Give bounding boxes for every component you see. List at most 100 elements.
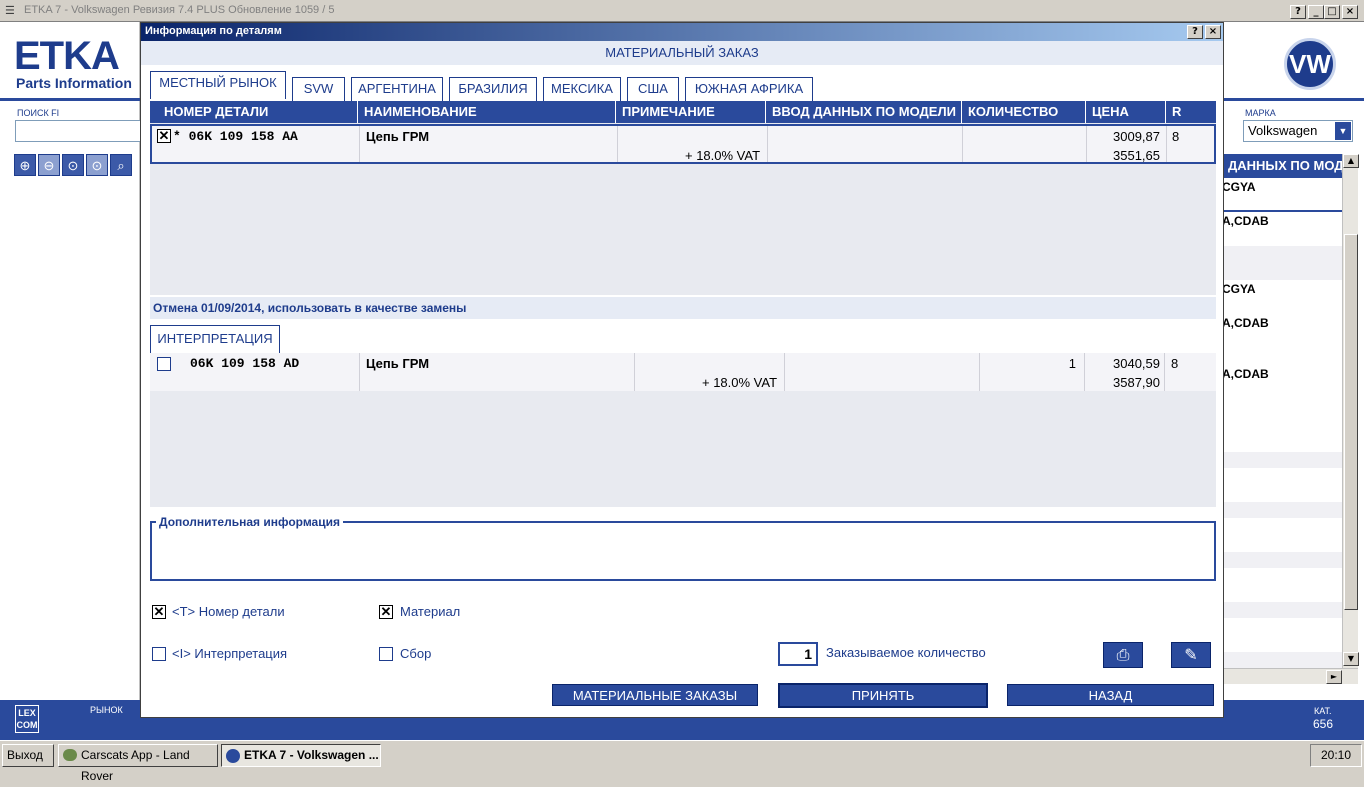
dialog-titlebar: Информация по деталям	[141, 23, 1223, 41]
part-number: 06K 109 158 AD	[190, 356, 300, 371]
column-header-model-data[interactable]: ВВОД ДАННЫХ ПО МОДЕЛИ	[766, 101, 962, 123]
back-button[interactable]: НАЗАД	[1007, 684, 1214, 706]
material-orders-button[interactable]: МАТЕРИАЛЬНЫЕ ЗАКАЗЫ	[552, 684, 758, 706]
part-number-checkbox[interactable]: ✕	[152, 605, 166, 619]
part-price-vat: 3587,90	[1113, 375, 1160, 390]
dialog-title: Информация по деталям	[145, 25, 282, 37]
maximize-button[interactable]: □	[1324, 5, 1340, 19]
tab-interpretation[interactable]: ИНТЕРПРЕТАЦИЯ	[150, 325, 280, 353]
col-divider	[359, 353, 360, 391]
column-header-name[interactable]: НАИМЕНОВАНИЕ	[358, 101, 616, 123]
dialog-subtitle: МАТЕРИАЛЬНЫЙ ЗАКАЗ	[141, 41, 1223, 65]
right-scrollbar[interactable]: ▲ ▼	[1342, 154, 1359, 668]
column-header-price[interactable]: ЦЕНА	[1086, 101, 1166, 123]
catalog-label: КАТ.	[1314, 706, 1332, 716]
tab-mexico[interactable]: МЕКСИКА	[543, 77, 621, 101]
zoom-fit-icon[interactable]: ⊙	[62, 154, 84, 176]
column-header-quantity[interactable]: КОЛИЧЕСТВО	[962, 101, 1086, 123]
assembly-checkbox[interactable]	[379, 647, 393, 661]
header-divider	[0, 98, 140, 101]
interpretation-option-label[interactable]: <I> Интерпретация	[172, 646, 287, 661]
zoom-out-icon[interactable]: ⊖	[38, 154, 60, 176]
taskbar-item-label: ETKA 7 - Volkswagen ...	[244, 748, 379, 762]
scroll-thumb[interactable]	[1344, 234, 1358, 610]
assembly-option-label[interactable]: Сбор	[400, 646, 431, 661]
print-icon[interactable]: ⎙	[1103, 642, 1143, 668]
part-price-vat: 3551,65	[1113, 148, 1160, 163]
material-checkbox[interactable]: ✕	[379, 605, 393, 619]
column-header-part-number[interactable]: НОМЕР ДЕТАЛИ	[150, 101, 358, 123]
close-button[interactable]: ×	[1342, 5, 1358, 19]
part-number-option-label[interactable]: <T> Номер детали	[172, 604, 285, 619]
window-titlebar: ☰ ETKA 7 - Volkswagen Ревизия 7.4 PLUS О…	[0, 0, 1364, 22]
search-label: ПОИСК FI	[17, 108, 60, 118]
tab-argentina[interactable]: АРГЕНТИНА	[351, 77, 443, 101]
minimize-button[interactable]: _	[1308, 5, 1324, 19]
right-row[interactable]: A,CDAB	[1222, 316, 1342, 330]
right-row[interactable]: CGYA	[1222, 282, 1342, 296]
part-price: 3040,59	[1113, 356, 1160, 371]
col-divider	[784, 353, 785, 391]
etka-logo: ETKA	[14, 34, 120, 78]
order-quantity-input[interactable]: 1	[778, 642, 818, 666]
right-row[interactable]: CGYA	[1222, 180, 1342, 194]
search-input[interactable]	[15, 120, 141, 142]
window-title: ETKA 7 - Volkswagen Ревизия 7.4 PLUS Обн…	[24, 4, 335, 16]
col-divider	[359, 126, 360, 162]
row-checkbox[interactable]	[157, 357, 171, 371]
col-divider	[617, 126, 618, 162]
taskbar-item-carscats[interactable]: Carscats App - Land Rover	[58, 744, 218, 783]
col-divider	[962, 126, 963, 162]
cancel-note: Отмена 01/09/2014, использовать в качест…	[150, 297, 1216, 319]
part-price: 3009,87	[1113, 129, 1160, 144]
right-row[interactable]: A,CDAB	[1222, 367, 1342, 381]
zoom-search-icon[interactable]: ⌕	[110, 154, 132, 176]
tab-brazil[interactable]: БРАЗИЛИЯ	[449, 77, 537, 101]
table-row[interactable]: ✕ * 06K 109 158 AA Цепь ГРМ + 18.0% VAT …	[150, 124, 1216, 164]
zoom-100-icon[interactable]: ⊙	[86, 154, 108, 176]
part-number: * 06K 109 158 AA	[173, 129, 298, 144]
column-header-r[interactable]: R	[1166, 101, 1216, 123]
tab-local-market[interactable]: МЕСТНЫЙ РЫНОК	[150, 71, 286, 99]
scroll-down-icon[interactable]: ▼	[1343, 652, 1359, 666]
help-button[interactable]: ?	[1290, 5, 1306, 19]
edit-icon[interactable]: ✎	[1171, 642, 1211, 668]
tab-usa[interactable]: США	[627, 77, 679, 101]
right-row[interactable]: A,CDAB	[1222, 214, 1342, 228]
col-divider	[979, 353, 980, 391]
bottom-scrollbar[interactable]: ►	[1222, 668, 1358, 684]
right-column-header: ДАННЫХ ПО МОД	[1222, 154, 1342, 178]
clock: 20:10	[1310, 744, 1362, 767]
material-option-label[interactable]: Материал	[400, 604, 460, 619]
additional-info-box[interactable]	[150, 521, 1216, 581]
row-checkbox[interactable]: ✕	[157, 129, 171, 143]
table-row[interactable]: 06K 109 158 AD Цепь ГРМ + 18.0% VAT 1 30…	[150, 353, 1216, 391]
dialog-help-button[interactable]: ?	[1187, 25, 1203, 39]
taskbar: Выход Carscats App - Land Rover ETKA 7 -…	[0, 740, 1364, 783]
interpretation-checkbox[interactable]	[152, 647, 166, 661]
column-header-note[interactable]: ПРИМЕЧАНИЕ	[616, 101, 766, 123]
taskbar-item-etka[interactable]: ETKA 7 - Volkswagen ...	[221, 744, 381, 767]
etka-app-icon	[226, 749, 240, 763]
accept-button[interactable]: ПРИНЯТЬ	[778, 683, 988, 708]
app-menu-icon[interactable]: ☰	[5, 4, 15, 17]
brand-select[interactable]: Volkswagen ▼	[1243, 120, 1353, 142]
lexcom-logo: LEX COM	[15, 705, 39, 733]
scroll-up-icon[interactable]: ▲	[1343, 154, 1359, 168]
part-name: Цепь ГРМ	[366, 356, 430, 371]
taskbar-item-label: Carscats App - Land Rover	[81, 748, 190, 783]
dialog-close-button[interactable]: ×	[1205, 25, 1221, 39]
right-rows-filler	[1222, 418, 1342, 668]
scroll-right-icon[interactable]: ►	[1326, 670, 1342, 684]
additional-info-label: Дополнительная информация	[156, 515, 343, 529]
zoom-in-icon[interactable]: ⊕	[14, 154, 36, 176]
catalog-value: 656	[1313, 717, 1334, 731]
right-row-bg	[1222, 246, 1342, 280]
tab-south-africa[interactable]: ЮЖНАЯ АФРИКА	[685, 77, 813, 101]
part-r: 8	[1172, 129, 1180, 144]
etka-logo-subtitle: Parts Information	[16, 75, 132, 91]
tab-svw[interactable]: SVW	[292, 77, 345, 101]
part-r: 8	[1171, 356, 1179, 371]
chevron-down-icon[interactable]: ▼	[1335, 122, 1351, 140]
exit-button[interactable]: Выход	[2, 744, 54, 767]
